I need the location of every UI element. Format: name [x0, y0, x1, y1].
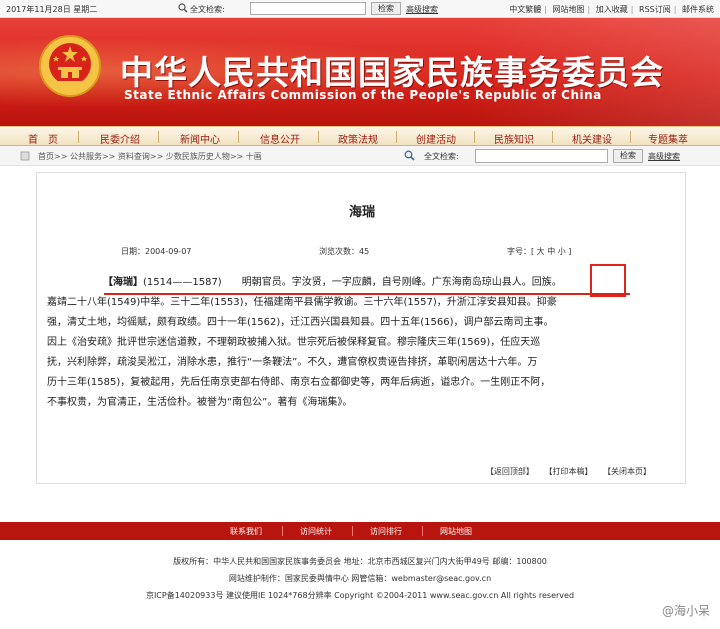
top-links: 中文繁體 | 网站地图 | 加入收藏 | RSS订阅 | 邮件系统 [509, 5, 714, 14]
article-actions: 【返回顶部】 【打印本稿】 【关闭本页】 [478, 466, 651, 477]
body-line: 嘉靖二十八年(1549)中举。三十二年(1553)，任福建南平县儒学教谕。三十六… [47, 297, 557, 308]
footer-copyright: 版权所有：中华人民共和国国家民族事务委员会 地址：北京市西城区复兴门内大街甲49… [173, 557, 547, 566]
fulltext-search-button[interactable]: 检索 [613, 149, 643, 163]
link-rss[interactable]: RSS订阅 [639, 5, 671, 14]
watermark: @海小呆 [661, 604, 710, 618]
top-utility-bar: 2017年11月28日 星期二 全文检索: 检索 高级搜索 中文繁體 | 网站地图… [0, 0, 720, 18]
link-traditional-chinese[interactable]: 中文繁體 [509, 5, 541, 14]
search-icon [404, 150, 415, 161]
nav-home[interactable]: 首 页 [28, 131, 58, 146]
font-size-control[interactable]: 字号：[ 大 中 小 ] [507, 246, 571, 257]
nav-activities[interactable]: 创建活动 [416, 131, 456, 146]
footer-ranking-link[interactable]: 访问排行 [370, 526, 402, 537]
close-page-link[interactable]: 【关闭本页】 [603, 467, 651, 476]
search-button[interactable]: 检索 [371, 2, 401, 15]
advanced-search-link[interactable]: 高级搜索 [648, 151, 680, 162]
nav-organization[interactable]: 机关建设 [572, 131, 612, 146]
search-input[interactable] [250, 2, 366, 15]
site-title-cn: 中华人民共和国国家民族事务委员会 [120, 53, 664, 92]
footer-stats-link[interactable]: 访问统计 [300, 526, 332, 537]
footer-maintainer: 网站维护制作：国家民委舆情中心 网管信箱：webmaster@seac.gov.… [228, 574, 492, 583]
link-mail-system[interactable]: 邮件系统 [682, 5, 714, 14]
footer-icp: 京ICP备14020933号 建议使用IE 1024*768分辨率 Copyri… [145, 591, 575, 600]
article-title: 海瑞 [348, 205, 375, 220]
nav-policy[interactable]: 政策法规 [338, 131, 378, 146]
back-to-top-link[interactable]: 【返回顶部】 [486, 467, 534, 476]
current-date: 2017年11月28日 星期二 [6, 5, 98, 14]
body-line: 因上《治安疏》批评世宗迷信道教，不理朝政被捕入狱。世宗死后被保释复官。穆宗隆庆三… [47, 337, 541, 348]
article-views: 浏览次数：45 [319, 247, 370, 256]
person-name: 【海瑞】 [103, 277, 143, 288]
advanced-search-link[interactable]: 高级搜索 [406, 4, 438, 15]
breadcrumb-bar: 首页>> 公共服务>> 资料查询>> 少数民族历史人物>> 十画 全文检索: 检… [0, 146, 720, 166]
article-panel: 海瑞 日期：2004-09-07 浏览次数：45 字号：[ 大 中 小 ] 【海… [36, 172, 686, 484]
national-emblem-icon [39, 35, 101, 97]
body-line-1: 【海瑞】(1514——1587) 明朝官员。字汝贤，一字应麟，自号刚峰。广东海南… [103, 277, 562, 288]
breadcrumb[interactable]: 首页>> 公共服务>> 资料查询>> 少数民族历史人物>> 十画 [38, 151, 262, 162]
footer-info: 版权所有：中华人民共和国国家民族事务委员会 地址：北京市西城区复兴门内大街甲49… [0, 553, 720, 604]
nav-topics[interactable]: 专题集萃 [648, 131, 688, 146]
site-title-en: State Ethnic Affairs Commission of the P… [124, 88, 602, 102]
body-line: 强，清丈土地，均徭赋，颇有政绩。四十一年(1562)，迁江西兴国县知县。四十五年… [47, 317, 554, 328]
article-date: 日期：2004-09-07 [121, 247, 192, 256]
body-line: 抚，兴利除弊，疏浚吴淞江，消除水患，推行“一条鞭法”。不久，遭官僚权贵诬告排挤，… [47, 357, 538, 368]
search-label: 全文检索: [424, 152, 459, 161]
nav-news[interactable]: 新闻中心 [180, 131, 220, 146]
search-label: 全文检索: [190, 5, 225, 14]
main-nav: 首 页 民委介绍 新闻中心 信息公开 政策法规 创建活动 民族知识 机关建设 专… [0, 126, 720, 146]
search-icon [178, 3, 188, 13]
print-link[interactable]: 【打印本稿】 [544, 467, 592, 476]
footer-nav: 联系我们 访问统计 访问排行 网站地图 [0, 522, 720, 540]
footer-sitemap-link[interactable]: 网站地图 [440, 526, 472, 537]
nav-ethnic-knowledge[interactable]: 民族知识 [494, 131, 534, 146]
highlight-underline [104, 293, 630, 295]
body-line: 不事权贵，为官清正，生活俭朴。被誉为“南包公”。著有《海瑞集》。 [47, 397, 353, 408]
highlight-box [590, 264, 626, 297]
header-banner: 中华人民共和国国家民族事务委员会 State Ethnic Affairs Co… [0, 18, 720, 126]
body-line: 历十三年(1585)，复被起用，先后任南京吏部右侍郎、南京右佥都御史等，两年后病… [47, 377, 551, 388]
link-sitemap[interactable]: 网站地图 [553, 5, 585, 14]
fulltext-search-input[interactable] [475, 149, 608, 163]
nav-info[interactable]: 信息公开 [260, 131, 300, 146]
footer-contact-link[interactable]: 联系我们 [230, 526, 262, 537]
link-add-favorite[interactable]: 加入收藏 [596, 5, 628, 14]
nav-about[interactable]: 民委介绍 [100, 131, 140, 146]
home-icon [20, 151, 30, 161]
